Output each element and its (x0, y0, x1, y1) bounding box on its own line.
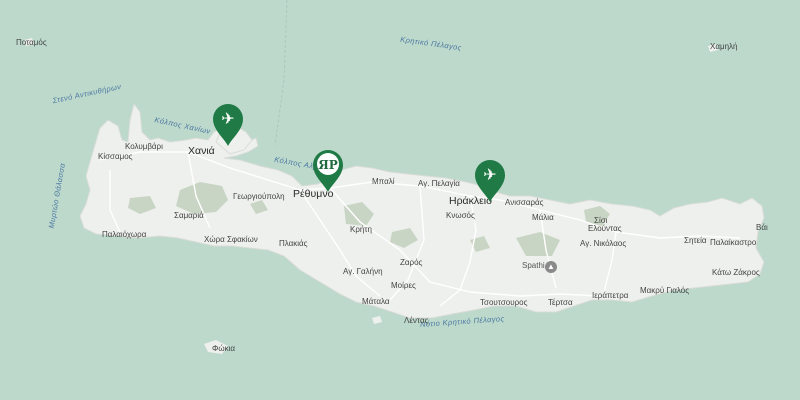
place-label: Ζαρός (400, 258, 423, 267)
place-label: Ελούντας (588, 224, 622, 233)
place-label: Βάι (756, 223, 768, 232)
place-label: Ποταμός (16, 38, 47, 47)
place-label: Χαμηλή (710, 42, 738, 51)
place-label: Ιεράπετρα (592, 291, 629, 300)
place-label: Φώκια (212, 344, 236, 353)
place-label: Κάτω Ζάκρος (712, 268, 760, 277)
place-label: Παλαίκαστρο (710, 238, 757, 247)
map-view[interactable]: Κρητικό Πέλαγος Στενό Αντικυθήρων Κόλπος… (0, 0, 800, 400)
airplane-icon: ✈ (483, 165, 497, 184)
place-label: Γεωργιούπολη (233, 192, 285, 201)
poi-label: Spathi (522, 261, 545, 270)
place-label: Μάλια (532, 213, 554, 222)
place-label: Ανισσαράς (505, 198, 544, 207)
place-label: Κολυμβάρι (125, 142, 163, 151)
place-label: Μάταλα (362, 297, 390, 306)
airport-marker-chania[interactable]: ✈ (210, 102, 246, 148)
place-label: Πλακιάς (279, 239, 308, 248)
place-label: Λέντας (404, 316, 429, 325)
place-label: Μοίρες (391, 281, 416, 290)
place-label: Κίσσαμος (98, 152, 133, 161)
place-label: Σητεία (684, 236, 707, 245)
place-label: Παλαιόχωρα (102, 230, 147, 239)
place-label: Τέρτσα (548, 298, 573, 307)
hotel-marker-rethymno[interactable]: ЯP (310, 148, 346, 194)
place-label: Κνωσός (446, 211, 475, 220)
place-label: Αγ. Νικόλαος (580, 239, 627, 248)
place-label: Κρήτη (350, 225, 372, 234)
place-label: Μπαλί (372, 177, 395, 186)
airport-marker-heraklion[interactable]: ✈ (472, 158, 508, 204)
map-base (0, 0, 800, 400)
place-label: Τσουτσουρος (480, 298, 528, 307)
mountain-icon[interactable]: ▲ (545, 261, 557, 273)
place-label: Αγ. Πελαγία (418, 179, 460, 188)
place-label: Σαμαριά (174, 211, 204, 220)
airplane-icon: ✈ (221, 109, 235, 128)
place-label: Αγ. Γαλήνη (343, 267, 383, 276)
place-label: Χώρα Σφακίων (204, 235, 258, 244)
hotel-logo-text: ЯP (318, 158, 338, 172)
place-label: Μακρύ Γιαλός (640, 286, 690, 295)
